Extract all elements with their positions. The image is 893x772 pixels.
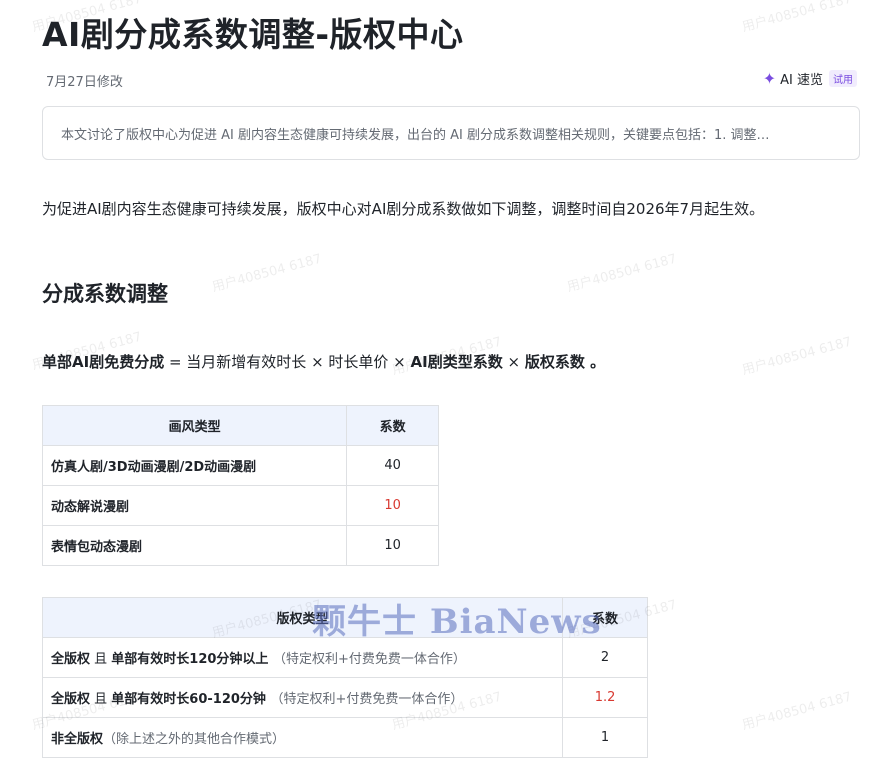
table-header-row: 画风类型 系数	[41, 405, 439, 446]
cell-part: 单部有效时长120分钟以上	[111, 652, 269, 667]
ai-summary-label: AI 速览	[780, 73, 823, 88]
watermark-text: 用户408504 6187	[740, 0, 854, 36]
watermark-text: 用户408504 6187	[740, 689, 854, 734]
cell-note: （特定权利+付费免费一体合作）	[270, 692, 464, 707]
cell-part: 全版权	[51, 652, 91, 667]
table-header-cell: 系数	[346, 405, 439, 446]
table-cell: 2	[562, 637, 648, 678]
formula-term-copyright: 版权系数	[524, 353, 585, 371]
table-header-cell: 系数	[562, 597, 648, 638]
meta-row: 7月27日修改 ✦ AI 速览 试用	[42, 68, 862, 90]
cell-part: 且	[90, 692, 112, 707]
cell-part: 单部有效时长60-120分钟	[111, 692, 266, 707]
cell-note: （除上述之外的其他合作模式）	[103, 732, 286, 747]
modified-date: 7月27日修改	[46, 75, 123, 90]
style-coefficient-table: 画风类型 系数 仿真人剧/3D动画漫剧/2D动画漫剧 40 动态解说漫剧 10 …	[41, 405, 439, 566]
intro-paragraph: 为促进AI剧内容生态健康可持续发展，版权中心对AI剧分成系数做如下调整，调整时间…	[42, 200, 765, 218]
summary-text: 本文讨论了版权中心为促进 AI 剧内容生态健康可持续发展，出台的 AI 剧分成系…	[61, 127, 770, 143]
table-header-row: 版权类型 系数	[41, 597, 648, 638]
table-cell: 表情包动态漫剧	[41, 525, 348, 566]
formula-term-type: AI剧类型系数	[410, 353, 503, 371]
table-row: 全版权 且 单部有效时长60-120分钟 （特定权利+付费免费一体合作） 1.2	[41, 677, 648, 718]
table-cell: 10	[346, 485, 439, 526]
table-header-cell: 画风类型	[41, 405, 348, 446]
table-row: 仿真人剧/3D动画漫剧/2D动画漫剧 40	[41, 445, 439, 486]
watermark-text: 用户408504 6187	[210, 251, 324, 296]
cell-note: （特定权利+付费免费一体合作）	[272, 652, 466, 667]
cell-part: 非全版权	[51, 732, 104, 747]
table-cell: 动态解说漫剧	[41, 485, 348, 526]
cell-part: 且	[90, 652, 112, 667]
ai-summary-button[interactable]: ✦ AI 速览 试用	[763, 69, 857, 88]
section-heading: 分成系数调整	[42, 282, 168, 306]
watermark-text: 用户408504 6187	[565, 251, 679, 296]
table-cell: 1	[562, 717, 648, 758]
formula-line: 单部AI剧免费分成 = 当月新增有效时长 × 时长单价 × AI剧类型系数 × …	[42, 351, 605, 372]
table-row: 非全版权（除上述之外的其他合作模式） 1	[41, 717, 648, 758]
table-cell: 全版权 且 单部有效时长120分钟以上 （特定权利+付费免费一体合作）	[41, 637, 564, 678]
table-row: 表情包动态漫剧 10	[41, 525, 439, 566]
formula-lhs: 单部AI剧免费分成	[42, 353, 165, 371]
table-cell: 40	[346, 445, 439, 486]
table-row: 动态解说漫剧 10	[41, 485, 439, 526]
trial-badge: 试用	[829, 70, 857, 87]
ai-summary-box[interactable]: 本文讨论了版权中心为促进 AI 剧内容生态健康可持续发展，出台的 AI 剧分成系…	[42, 106, 860, 160]
copyright-coefficient-table: 版权类型 系数 全版权 且 单部有效时长120分钟以上 （特定权利+付费免费一体…	[41, 597, 648, 758]
formula-middle: = 当月新增有效时长 × 时长单价 ×	[164, 353, 411, 371]
table-row: 全版权 且 单部有效时长120分钟以上 （特定权利+付费免费一体合作） 2	[41, 637, 648, 678]
table-cell: 全版权 且 单部有效时长60-120分钟 （特定权利+付费免费一体合作）	[41, 677, 564, 718]
formula-end: 。	[584, 353, 606, 371]
cell-part: 全版权	[51, 692, 91, 707]
page-title: AI剧分成系数调整-版权中心	[42, 15, 464, 54]
table-cell: 10	[346, 525, 439, 566]
table-cell: 非全版权（除上述之外的其他合作模式）	[41, 717, 564, 758]
watermark-text: 用户408504 6187	[740, 334, 854, 379]
table-header-cell: 版权类型	[41, 597, 564, 638]
sparkle-icon: ✦	[762, 68, 777, 88]
formula-times: ×	[502, 353, 525, 371]
table-cell: 仿真人剧/3D动画漫剧/2D动画漫剧	[41, 445, 348, 486]
table-cell: 1.2	[562, 677, 648, 718]
